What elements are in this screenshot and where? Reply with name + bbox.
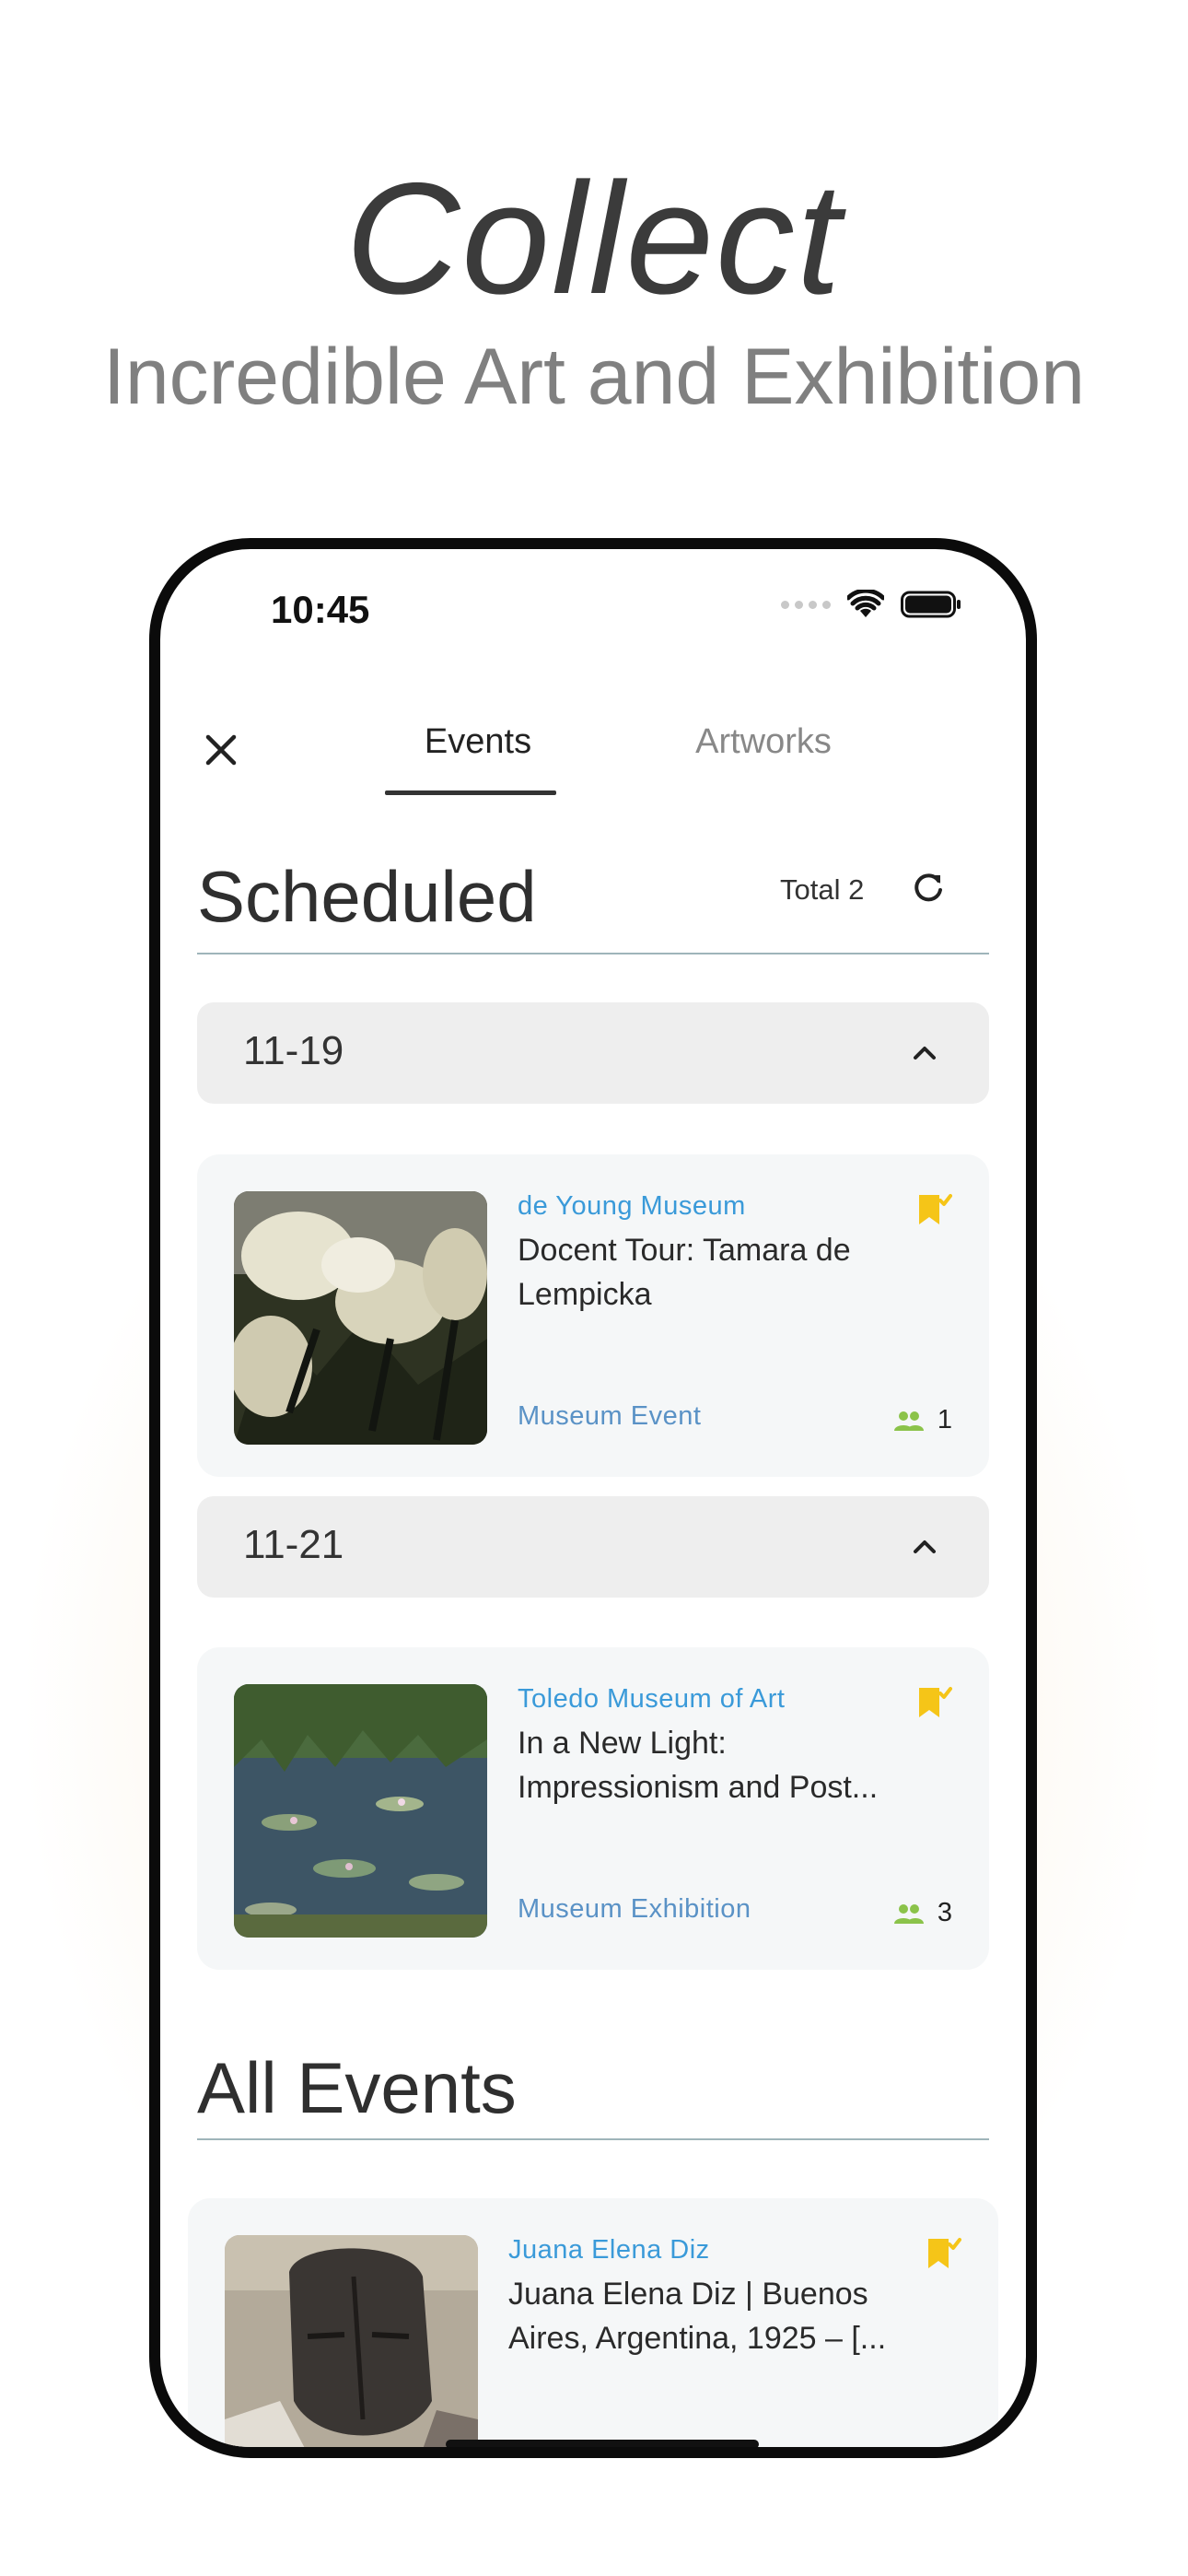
attendee-count: 3 bbox=[893, 1898, 952, 1928]
bookmark-check-icon[interactable] bbox=[915, 1684, 952, 1721]
date-group-header[interactable]: 11-19 bbox=[197, 1002, 989, 1104]
all-events-heading: All Events bbox=[197, 2047, 517, 2128]
bookmark-check-icon[interactable] bbox=[915, 1191, 952, 1228]
tab-events[interactable]: Events bbox=[390, 722, 565, 781]
promo-title: Collect bbox=[345, 150, 843, 327]
people-icon bbox=[893, 1411, 924, 1431]
event-thumbnail bbox=[234, 1191, 487, 1445]
refresh-icon[interactable] bbox=[908, 868, 949, 908]
active-tab-indicator bbox=[385, 790, 556, 795]
signal-icon bbox=[781, 600, 831, 609]
tab-artworks[interactable]: Artworks bbox=[662, 722, 865, 781]
attendee-number: 3 bbox=[937, 1898, 952, 1927]
chevron-up-icon[interactable] bbox=[906, 1528, 943, 1565]
date-label: 11-21 bbox=[243, 1522, 344, 1567]
date-group-header[interactable]: 11-21 bbox=[197, 1496, 989, 1598]
close-icon[interactable] bbox=[195, 724, 247, 776]
phone-frame: 10:45 Events Artworks Scheduled Total 2 … bbox=[149, 538, 1037, 2458]
battery-icon bbox=[901, 591, 961, 618]
event-venue: de Young Museum bbox=[518, 1191, 746, 1221]
event-category: Museum Event bbox=[518, 1401, 702, 1431]
date-label: 11-19 bbox=[243, 1028, 344, 1073]
bookmark-check-icon[interactable] bbox=[925, 2235, 961, 2272]
event-card[interactable]: de Young Museum Docent Tour: Tamara de L… bbox=[197, 1154, 989, 1477]
event-thumbnail bbox=[234, 1684, 487, 1938]
status-icons bbox=[781, 590, 961, 619]
home-indicator[interactable] bbox=[446, 2440, 759, 2447]
event-thumbnail bbox=[225, 2235, 478, 2447]
event-card[interactable]: Juana Elena Diz Juana Elena Diz | Buenos… bbox=[188, 2198, 998, 2447]
event-title: Juana Elena Diz | Buenos Aires, Argentin… bbox=[508, 2277, 887, 2356]
promo-subtitle: Incredible Art and Exhibition bbox=[102, 333, 1086, 421]
scheduled-divider bbox=[197, 953, 989, 954]
chevron-up-icon[interactable] bbox=[906, 1035, 943, 1071]
all-events-divider bbox=[197, 2138, 989, 2140]
status-time: 10:45 bbox=[271, 588, 370, 631]
event-card[interactable]: Toledo Museum of Art In a New Light: Imp… bbox=[197, 1647, 989, 1970]
people-icon bbox=[893, 1903, 924, 1924]
attendee-number: 1 bbox=[937, 1405, 952, 1434]
total-count: Total 2 bbox=[780, 873, 865, 906]
event-category: Museum Exhibition bbox=[518, 1894, 751, 1924]
wifi-icon bbox=[847, 590, 884, 617]
event-title: In a New Light: Impressionism and Post..… bbox=[518, 1726, 879, 1805]
scheduled-heading: Scheduled bbox=[197, 856, 537, 937]
event-venue: Juana Elena Diz bbox=[508, 2235, 710, 2265]
event-title: Docent Tour: Tamara de Lempicka bbox=[518, 1233, 851, 1312]
event-venue: Toledo Museum of Art bbox=[518, 1684, 786, 1714]
attendee-count: 1 bbox=[893, 1405, 952, 1435]
